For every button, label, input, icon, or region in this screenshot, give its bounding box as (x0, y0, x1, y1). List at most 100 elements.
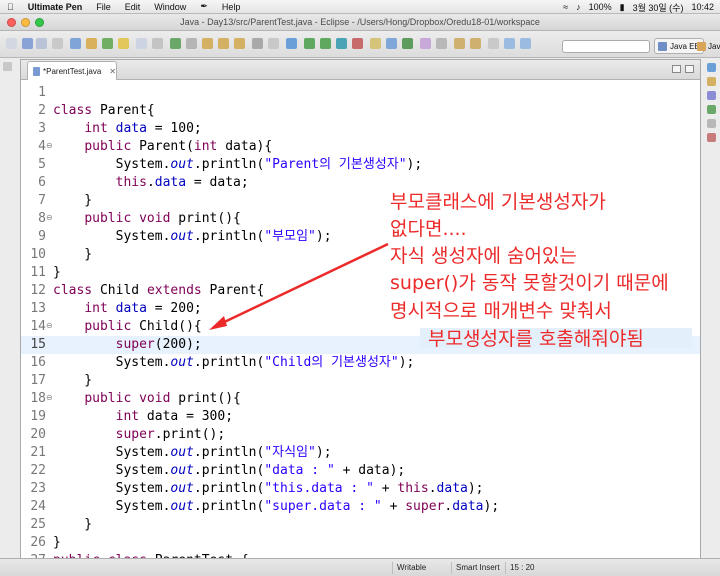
forward-icon[interactable] (520, 38, 531, 49)
code-line[interactable]: 8 ⊖ public void print(){ (21, 210, 700, 228)
code-token: } (53, 373, 93, 388)
volume-icon[interactable]: ♪ (576, 2, 581, 12)
code-line[interactable]: 10 } (21, 246, 700, 264)
maximize-editor-icon[interactable] (685, 65, 694, 73)
debug-run-icon[interactable] (320, 38, 331, 49)
new-java-project-icon[interactable] (370, 38, 381, 49)
open-perspective-icon[interactable] (286, 38, 297, 49)
code-line[interactable]: 16 System.out.println("Child의 기본생성자"); (21, 354, 700, 372)
menu-window[interactable]: Window (147, 2, 193, 12)
menu-date[interactable]: 3월 30일 (수) (633, 1, 684, 14)
code-line[interactable]: 23 System.out.println("this.data : " + t… (21, 480, 700, 498)
code-editor[interactable]: 1 2 class Parent{3 int data = 100; 4 ⊖ publi… (21, 81, 700, 558)
code-line[interactable]: 4 ⊖ public Parent(int data){ (21, 138, 700, 156)
line-number: 16 (30, 355, 46, 370)
drop-frame-icon[interactable] (252, 38, 263, 49)
declaration-icon[interactable] (707, 105, 716, 114)
console-view-icon[interactable] (707, 119, 716, 128)
code-token: public (84, 211, 132, 226)
code-line[interactable]: 22 System.out.println("data : " + data); (21, 462, 700, 480)
previous-annotation-icon[interactable] (470, 38, 481, 49)
coverage-icon[interactable] (336, 38, 347, 49)
new-class-icon[interactable] (402, 38, 413, 49)
build-icon[interactable] (86, 38, 97, 49)
use-step-filters-icon[interactable] (268, 38, 279, 49)
view-icon[interactable] (136, 38, 147, 49)
external-tools-icon[interactable] (352, 38, 363, 49)
last-edit-icon[interactable] (488, 38, 499, 49)
menu-help[interactable]: Help (215, 2, 248, 12)
fold-toggle-icon[interactable]: ⊖ (46, 213, 53, 223)
print-icon[interactable] (52, 38, 63, 49)
save-all-icon[interactable] (36, 38, 47, 49)
next-annotation-icon[interactable] (454, 38, 465, 49)
search-icon[interactable] (436, 38, 447, 49)
code-line[interactable]: 1 (21, 84, 700, 102)
new-server-icon[interactable] (70, 38, 81, 49)
close-tab-icon[interactable]: ✕ (109, 67, 116, 76)
code-line[interactable]: 24 System.out.println("super.data : " + … (21, 498, 700, 516)
code-line[interactable]: 17 } (21, 372, 700, 390)
menu-time[interactable]: 10:42 (691, 2, 714, 12)
code-line[interactable]: 9 System.out.println("부모임"); (21, 228, 700, 246)
toggle-icon[interactable] (152, 38, 163, 49)
menu-file[interactable]: File (89, 2, 118, 12)
menu-edit[interactable]: Edit (118, 2, 148, 12)
code-line[interactable]: 18 ⊖ public void print(){ (21, 390, 700, 408)
code-line[interactable]: 5 System.out.println("Parent의 기본생성자"); (21, 156, 700, 174)
run-icon[interactable] (304, 38, 315, 49)
code-line[interactable]: 12 class Child extends Parent{ (21, 282, 700, 300)
step-over-icon[interactable] (218, 38, 229, 49)
fold-toggle-icon[interactable]: ⊖ (46, 141, 53, 151)
new-icon[interactable] (6, 38, 17, 49)
code-line[interactable]: 6 this.data = data; (21, 174, 700, 192)
save-icon[interactable] (22, 38, 33, 49)
new-package-icon[interactable] (386, 38, 397, 49)
app-menu[interactable]: Ultimate Pen (21, 2, 90, 12)
code-text: class Child extends Parent{ (53, 282, 264, 300)
quick-access-input[interactable] (562, 40, 650, 53)
tab-parenttest-java[interactable]: *ParentTest.java ✕ (27, 61, 117, 80)
line-number: 19 (30, 409, 46, 424)
code-line[interactable]: 26} (21, 534, 700, 552)
skip-breakpoints-icon[interactable] (102, 38, 113, 49)
code-line[interactable]: 19 int data = 300; (21, 408, 700, 426)
terminate-icon[interactable] (186, 38, 197, 49)
outline-view-icon[interactable] (707, 63, 716, 72)
code-line[interactable]: 11} (21, 264, 700, 282)
debug-icon[interactable] (170, 38, 181, 49)
open-type-icon[interactable] (420, 38, 431, 49)
minimize-editor-icon[interactable] (672, 65, 681, 73)
code-line[interactable]: 15 super(200); (21, 336, 700, 354)
code-line[interactable]: 21 System.out.println("자식임"); (21, 444, 700, 462)
fold-toggle-icon[interactable]: ⊖ (46, 321, 53, 331)
pen-tool-icon[interactable]: ✒ (193, 1, 215, 12)
code-line[interactable]: 13 int data = 200; (21, 300, 700, 318)
perspective-java-label: Java (708, 41, 720, 51)
back-icon[interactable] (504, 38, 515, 49)
code-token: void (139, 211, 171, 226)
highlight-icon[interactable] (118, 38, 129, 49)
step-return-icon[interactable] (234, 38, 245, 49)
restore-view-icon[interactable] (3, 62, 12, 71)
code-token: } (53, 265, 61, 280)
code-line[interactable]: 25 } (21, 516, 700, 534)
problems-view-icon[interactable] (707, 133, 716, 142)
code-line[interactable]: 20 super.print(); (21, 426, 700, 444)
wifi-icon[interactable]: ≈ (563, 2, 568, 12)
code-line[interactable]: 3 int data = 100; (21, 120, 700, 138)
battery-percent[interactable]: 100% (589, 2, 612, 12)
code-line[interactable]: 7 } (21, 192, 700, 210)
javadoc-icon[interactable] (707, 91, 716, 100)
code-text: System.out.println("this.data : " + this… (53, 480, 484, 498)
code-text: System.out.println("data : " + data); (53, 462, 406, 480)
fold-toggle-icon[interactable]: ⊖ (46, 393, 53, 403)
status-insert-mode: Smart Insert (451, 562, 504, 574)
code-line[interactable]: 2 class Parent{ (21, 102, 700, 120)
perspective-java[interactable]: Java (694, 38, 720, 54)
apple-menu-icon[interactable]:  (0, 2, 21, 12)
task-list-icon[interactable] (707, 77, 716, 86)
code-line[interactable]: 14 ⊖ public Child(){ (21, 318, 700, 336)
code-token: super (115, 427, 155, 442)
step-into-icon[interactable] (202, 38, 213, 49)
